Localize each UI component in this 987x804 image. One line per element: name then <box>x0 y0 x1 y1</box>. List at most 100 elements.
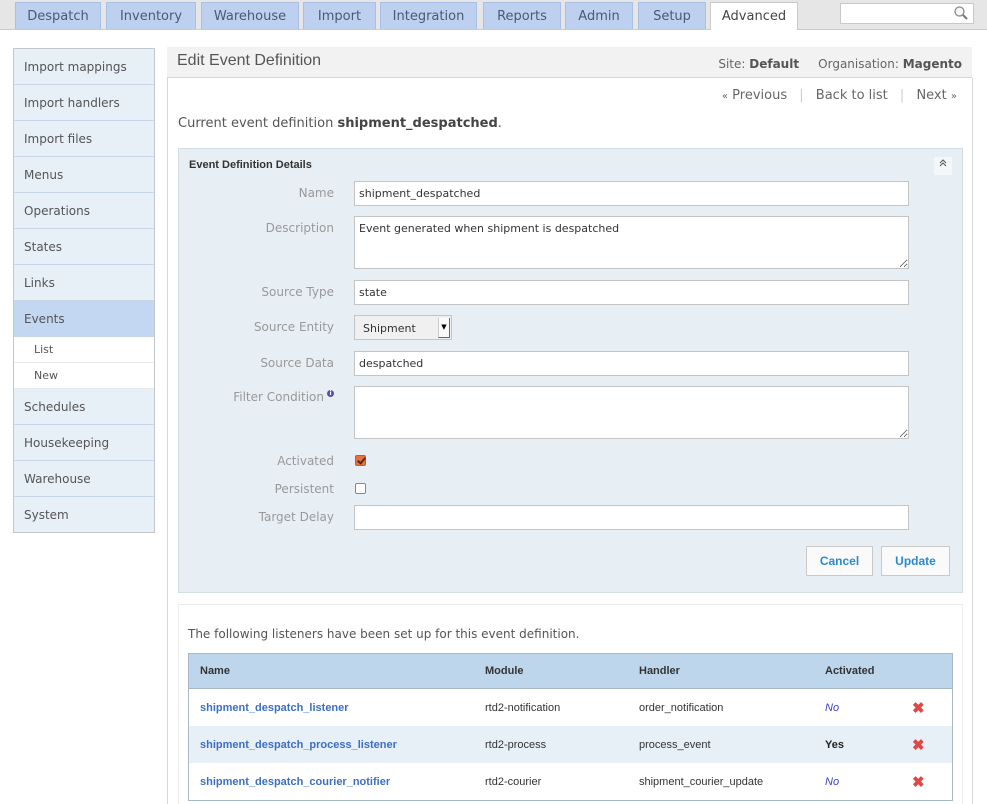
description-textarea[interactable]: Event generated when shipment is despatc… <box>354 216 909 269</box>
search-box <box>840 3 974 25</box>
activated-checkbox[interactable] <box>355 455 366 466</box>
sidebar-item-menus[interactable]: Menus <box>14 157 154 193</box>
site-info: Site: Default Organisation: Magento <box>718 57 962 71</box>
source-data-label: Source Data <box>260 356 334 370</box>
site-value: Default <box>749 57 800 71</box>
dropdown-arrow-icon: ▼ <box>438 318 450 338</box>
sidebar-item-schedules[interactable]: Schedules <box>14 389 154 425</box>
info-icon[interactable]: i <box>327 390 334 397</box>
target-delay-label: Target Delay <box>258 510 334 524</box>
tab-inventory[interactable]: Inventory <box>106 2 196 29</box>
tab-reports[interactable]: Reports <box>483 2 561 29</box>
tab-integration[interactable]: Integration <box>380 2 477 29</box>
previous-icon: « <box>721 91 729 102</box>
tab-warehouse[interactable]: Warehouse <box>201 2 299 29</box>
sidebar-item-operations[interactable]: Operations <box>14 193 154 229</box>
next-label: Next <box>916 88 947 103</box>
listener-handler: order_notification <box>639 701 724 714</box>
listener-handler: process_event <box>628 726 814 763</box>
activated-label: Activated <box>277 454 334 468</box>
current-definition-prefix: Current event definition <box>178 116 338 131</box>
listeners-table: Name Module Handler Activated shipment_d… <box>188 653 953 801</box>
target-delay-input[interactable] <box>354 505 909 530</box>
source-entity-select[interactable]: Shipment ▼ <box>354 315 452 340</box>
listeners-section: The following listeners have been set up… <box>178 604 963 804</box>
current-definition-text: Current event definition shipment_despat… <box>178 116 502 131</box>
next-link[interactable]: Next » <box>916 88 957 103</box>
organisation-value: Magento <box>902 57 962 71</box>
previous-link[interactable]: « Previous <box>722 88 787 103</box>
collapse-icon[interactable] <box>934 157 952 175</box>
top-nav: Despatch Inventory Warehouse Import Inte… <box>0 0 987 30</box>
table-row: shipment_despatch_listener rtd2-notifica… <box>189 689 953 727</box>
tab-import[interactable]: Import <box>303 2 376 29</box>
sidebar-item-import-handlers[interactable]: Import handlers <box>14 85 154 121</box>
pager-separator: | <box>799 88 804 103</box>
current-definition-suffix: . <box>497 116 502 131</box>
page-title: Edit Event Definition <box>177 52 322 69</box>
listener-module: rtd2-notification <box>485 701 561 714</box>
delete-icon[interactable]: ✖ <box>912 737 925 754</box>
description-label: Description <box>265 221 334 235</box>
name-input[interactable] <box>354 181 909 206</box>
delete-icon[interactable]: ✖ <box>912 700 925 717</box>
source-data-input[interactable] <box>354 351 909 376</box>
next-icon: » <box>950 91 957 102</box>
table-header-row: Name Module Handler Activated <box>188 653 953 689</box>
sidebar-item-system[interactable]: System <box>14 497 154 532</box>
organisation-label: Organisation: <box>818 57 899 71</box>
sidebar-item-states[interactable]: States <box>14 229 154 265</box>
sidebar-item-housekeeping[interactable]: Housekeeping <box>14 425 154 461</box>
sidebar-item-import-files[interactable]: Import files <box>14 121 154 157</box>
listener-name-link[interactable]: shipment_despatch_process_listener <box>200 739 397 751</box>
column-header-handler: Handler <box>628 653 814 689</box>
source-entity-label: Source Entity <box>253 320 334 334</box>
sidebar-item-warehouse[interactable]: Warehouse <box>14 461 154 497</box>
record-pager: « Previous | Back to list | Next » <box>722 88 957 103</box>
search-input[interactable] <box>844 5 958 25</box>
listener-name-link[interactable]: shipment_despatch_courier_notifier <box>200 776 390 788</box>
tab-despatch[interactable]: Despatch <box>15 2 101 29</box>
name-label: Name <box>298 186 334 200</box>
persistent-label: Persistent <box>274 482 334 496</box>
listener-activated: Yes <box>825 738 844 751</box>
column-header-name: Name <box>188 653 474 689</box>
table-row: shipment_despatch_courier_notifier rtd2-… <box>189 763 953 801</box>
search-icon[interactable] <box>953 5 969 21</box>
listener-activated: No <box>825 701 840 714</box>
delete-icon[interactable]: ✖ <box>912 774 925 791</box>
source-type-label: Source Type <box>261 285 334 299</box>
current-definition-name: shipment_despatched <box>337 116 498 131</box>
sidebar: Import mappings Import handlers Import f… <box>13 48 155 533</box>
listener-handler: shipment_courier_update <box>639 775 764 788</box>
tab-setup[interactable]: Setup <box>638 2 706 29</box>
sidebar-subitem-list[interactable]: List <box>14 337 154 363</box>
listeners-intro: The following listeners have been set up… <box>188 627 580 641</box>
filter-condition-label: Filter Condition i <box>179 390 334 404</box>
persistent-checkbox[interactable] <box>355 483 366 494</box>
update-button[interactable]: Update <box>881 546 950 576</box>
sidebar-item-import-mappings[interactable]: Import mappings <box>14 49 154 85</box>
event-definition-details-panel: Event Definition Details Name Descriptio… <box>178 148 963 593</box>
listener-module: rtd2-courier <box>485 775 542 788</box>
main-header: Edit Event Definition Site: Default Orga… <box>167 47 972 78</box>
listener-name-link[interactable]: shipment_despatch_listener <box>200 702 349 714</box>
source-entity-value: Shipment <box>363 322 416 335</box>
pager-separator: | <box>899 88 905 103</box>
filter-condition-label-text: Filter Condition <box>233 390 324 404</box>
column-header-actions <box>901 653 953 689</box>
filter-condition-textarea[interactable] <box>354 386 909 439</box>
table-row: shipment_despatch_process_listener rtd2-… <box>188 726 953 763</box>
details-title: Event Definition Details <box>189 159 312 171</box>
previous-label: Previous <box>732 88 788 103</box>
sidebar-item-links[interactable]: Links <box>14 265 154 301</box>
tab-advanced[interactable]: Advanced <box>710 2 798 30</box>
sidebar-item-events[interactable]: Events <box>14 301 154 337</box>
sidebar-subitem-new[interactable]: New <box>14 363 154 389</box>
main-content: « Previous | Back to list | Next » Curre… <box>167 78 973 804</box>
column-header-module: Module <box>474 653 628 689</box>
tab-admin[interactable]: Admin <box>565 2 633 29</box>
cancel-button[interactable]: Cancel <box>806 546 873 576</box>
back-to-list-link[interactable]: Back to list <box>816 88 888 103</box>
source-type-input[interactable] <box>354 280 909 305</box>
